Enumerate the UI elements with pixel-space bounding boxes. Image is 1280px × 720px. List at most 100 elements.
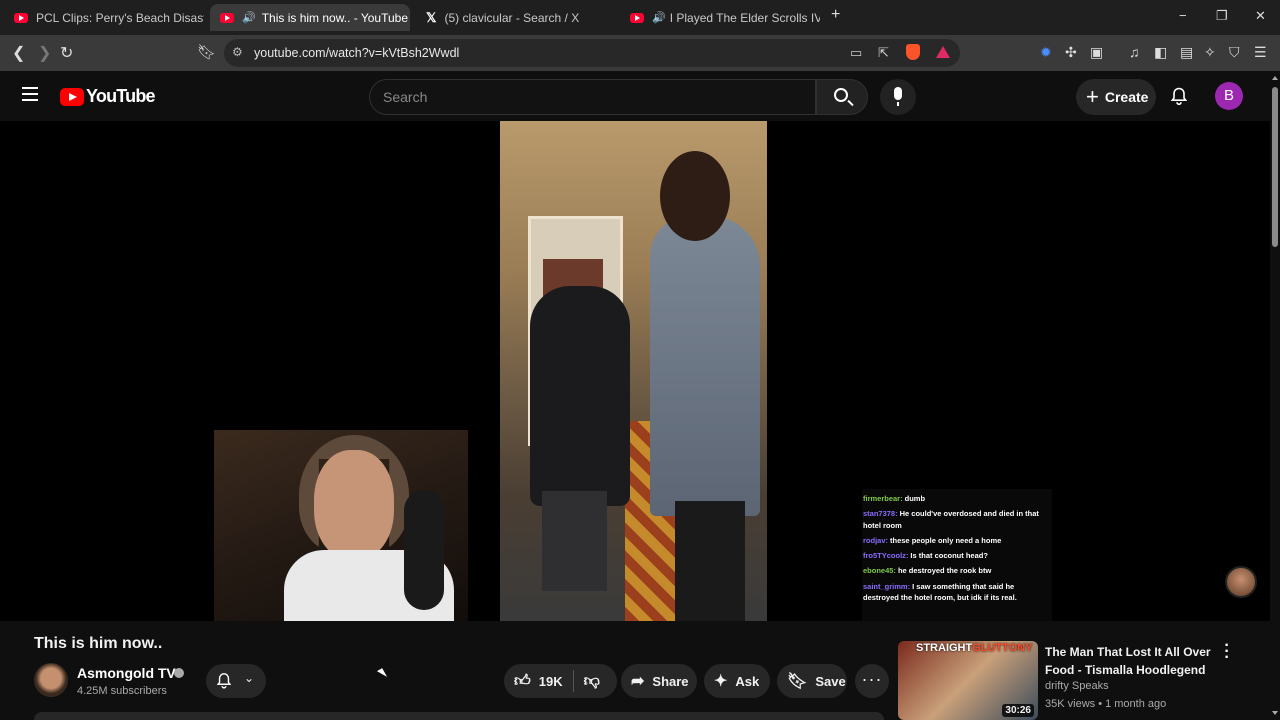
youtube-logo[interactable]: YouTube: [60, 86, 156, 107]
tab-label: PCL Clips: Perry's Beach Disaster - Yo: [36, 10, 204, 25]
subscription-bell-button[interactable]: ⌄: [206, 664, 266, 698]
sparkle-icon: ✦: [714, 673, 728, 690]
close-window-icon[interactable]: ✕: [1255, 8, 1266, 24]
menu-icon[interactable]: ☰: [1254, 44, 1267, 61]
cast-icon[interactable]: ▭: [850, 45, 862, 61]
minimize-icon[interactable]: −: [1179, 8, 1187, 23]
video-player[interactable]: firmerbear: dumb stan7378: He could've ove…: [0, 121, 1270, 621]
mouse-cursor: [376, 668, 388, 680]
like-count[interactable]: 19K: [539, 674, 563, 689]
youtube-favicon-icon: [14, 12, 28, 23]
recommended-meta: 35K views • 1 month ago: [1045, 698, 1167, 710]
browser-tab-4[interactable]: 🔊 I Played The Elder Scrolls IV: Obli: [620, 4, 820, 31]
recommended-thumbnail[interactable]: STRAIGHTGLUTTONY 30:26: [898, 641, 1038, 720]
chat-message: rodjav: these people only need a home: [863, 535, 1002, 545]
thumbnail-text: STRAIGHTGLUTTONY: [916, 642, 1033, 654]
thumbs-up-icon[interactable]: 👍︎: [514, 672, 531, 691]
chevron-down-icon: ⌄: [244, 671, 255, 685]
video-person-hoodie: [530, 286, 630, 506]
share-label: Share: [652, 673, 689, 689]
video-person-sweater: [650, 216, 760, 516]
media-icon[interactable]: ♫: [1129, 44, 1140, 60]
vpn-icon[interactable]: ⛉: [1229, 44, 1240, 61]
share-icon: ➦: [631, 673, 645, 690]
browser-tab-3[interactable]: 𝕏 (5) clavicular - Search / X: [416, 4, 616, 31]
youtube-favicon-icon: [630, 12, 644, 23]
browser-tab-bar: PCL Clips: Perry's Beach Disaster - Yo 🔊…: [0, 0, 1280, 35]
recommended-channel[interactable]: drifty Speaks: [1045, 680, 1109, 692]
tab-label: (5) clavicular - Search / X: [444, 10, 580, 25]
channel-avatar[interactable]: [34, 663, 68, 697]
thumbs-down-icon[interactable]: 👎︎: [584, 672, 600, 691]
scroll-thumb[interactable]: [1272, 87, 1278, 247]
video-person-pants: [542, 491, 607, 591]
like-divider: [572, 670, 574, 692]
ask-button[interactable]: ✦ Ask: [704, 664, 770, 698]
new-tab-icon[interactable]: +: [831, 6, 840, 24]
plus-icon: +: [1086, 84, 1099, 109]
back-icon[interactable]: ❮: [12, 43, 25, 63]
create-button[interactable]: + Create: [1076, 79, 1156, 115]
create-label: Create: [1104, 89, 1149, 105]
save-button[interactable]: 🔖︎ Save: [777, 664, 847, 698]
floating-avatar[interactable]: [1225, 566, 1257, 598]
subscriber-count: 4.25M subscribers: [77, 685, 167, 697]
site-settings-icon[interactable]: ⚙︎: [232, 45, 243, 59]
page-scrollbar[interactable]: [1270, 71, 1280, 720]
speaker-icon: 🔊: [242, 12, 256, 24]
chat-message: fro5TYcoolz: Is that coconut head?: [863, 551, 988, 560]
chat-message: saint_grimm: I saw something that said he…: [863, 581, 1017, 602]
sidebar-icon[interactable]: ◧: [1154, 44, 1167, 61]
video-frame: [500, 121, 767, 621]
scroll-down-icon[interactable]: [1272, 711, 1278, 715]
speaker-icon: 🔊: [652, 12, 666, 24]
youtube-header: YouTube + Create B: [0, 71, 1280, 121]
voice-search-button[interactable]: [880, 79, 916, 115]
browser-tab-1[interactable]: PCL Clips: Perry's Beach Disaster - Yo: [4, 4, 204, 31]
x-favicon-icon: 𝕏: [426, 9, 437, 25]
brave-shield-icon[interactable]: [906, 44, 920, 60]
recommended-menu-icon[interactable]: · · ·: [1222, 638, 1232, 666]
bookmark-save-icon: 🔖︎: [787, 673, 808, 690]
url-text: youtube.com/watch?v=kVtBsh2Wwdl: [254, 46, 460, 60]
verified-icon: [174, 668, 184, 678]
restore-icon[interactable]: ❐: [1216, 8, 1228, 24]
ask-label: Ask: [735, 673, 760, 689]
like-dislike-group: 👍︎ 19K 👎︎: [504, 664, 617, 698]
bookmark-icon[interactable]: 🔖︎: [197, 43, 216, 61]
extension-icon[interactable]: ✹: [1040, 44, 1052, 61]
logo-text: YouTube: [86, 86, 156, 106]
search-icon: [834, 88, 848, 102]
notifications-bell-icon[interactable]: [1170, 87, 1188, 105]
video-person-head: [660, 151, 730, 241]
description-box[interactable]: [34, 712, 884, 720]
scroll-up-icon[interactable]: [1272, 76, 1278, 80]
search-input[interactable]: [370, 80, 815, 114]
search-button[interactable]: [816, 79, 868, 115]
wallet-icon[interactable]: ▤: [1180, 44, 1193, 61]
share-page-icon[interactable]: ⇱: [878, 45, 889, 61]
tab-close-icon[interactable]: ✕: [408, 10, 410, 26]
microphone-icon: [894, 87, 902, 106]
search-box: [369, 79, 816, 115]
bell-icon: [216, 673, 232, 689]
share-button[interactable]: ➦ Share: [621, 664, 697, 698]
channel-name[interactable]: Asmongold TV: [77, 665, 176, 681]
recommended-title[interactable]: The Man That Lost It All Over Food - Tis…: [1045, 643, 1220, 679]
video-duration: 30:26: [1002, 704, 1034, 717]
puzzle-extensions-icon[interactable]: ✣: [1065, 44, 1077, 61]
video-title: This is him now..: [34, 635, 163, 652]
leo-ai-icon[interactable]: ✧: [1204, 44, 1216, 61]
more-actions-button[interactable]: ···: [855, 664, 889, 698]
screenshot-icon[interactable]: ▣: [1090, 44, 1103, 61]
guide-menu-icon[interactable]: [22, 87, 38, 101]
address-bar[interactable]: ⚙︎ youtube.com/watch?v=kVtBsh2Wwdl ▭ ⇱: [224, 39, 960, 67]
account-avatar[interactable]: B: [1215, 82, 1243, 110]
brave-rewards-icon[interactable]: [936, 46, 950, 58]
microphone: [404, 490, 444, 610]
tab-label: This is him now.. - YouTube: [261, 10, 408, 25]
reload-icon[interactable]: ↻: [60, 43, 73, 63]
youtube-favicon-icon: [220, 12, 234, 23]
browser-tab-active[interactable]: 🔊 This is him now.. - YouTube ✕: [210, 4, 410, 31]
forward-icon[interactable]: ❯: [38, 43, 51, 63]
